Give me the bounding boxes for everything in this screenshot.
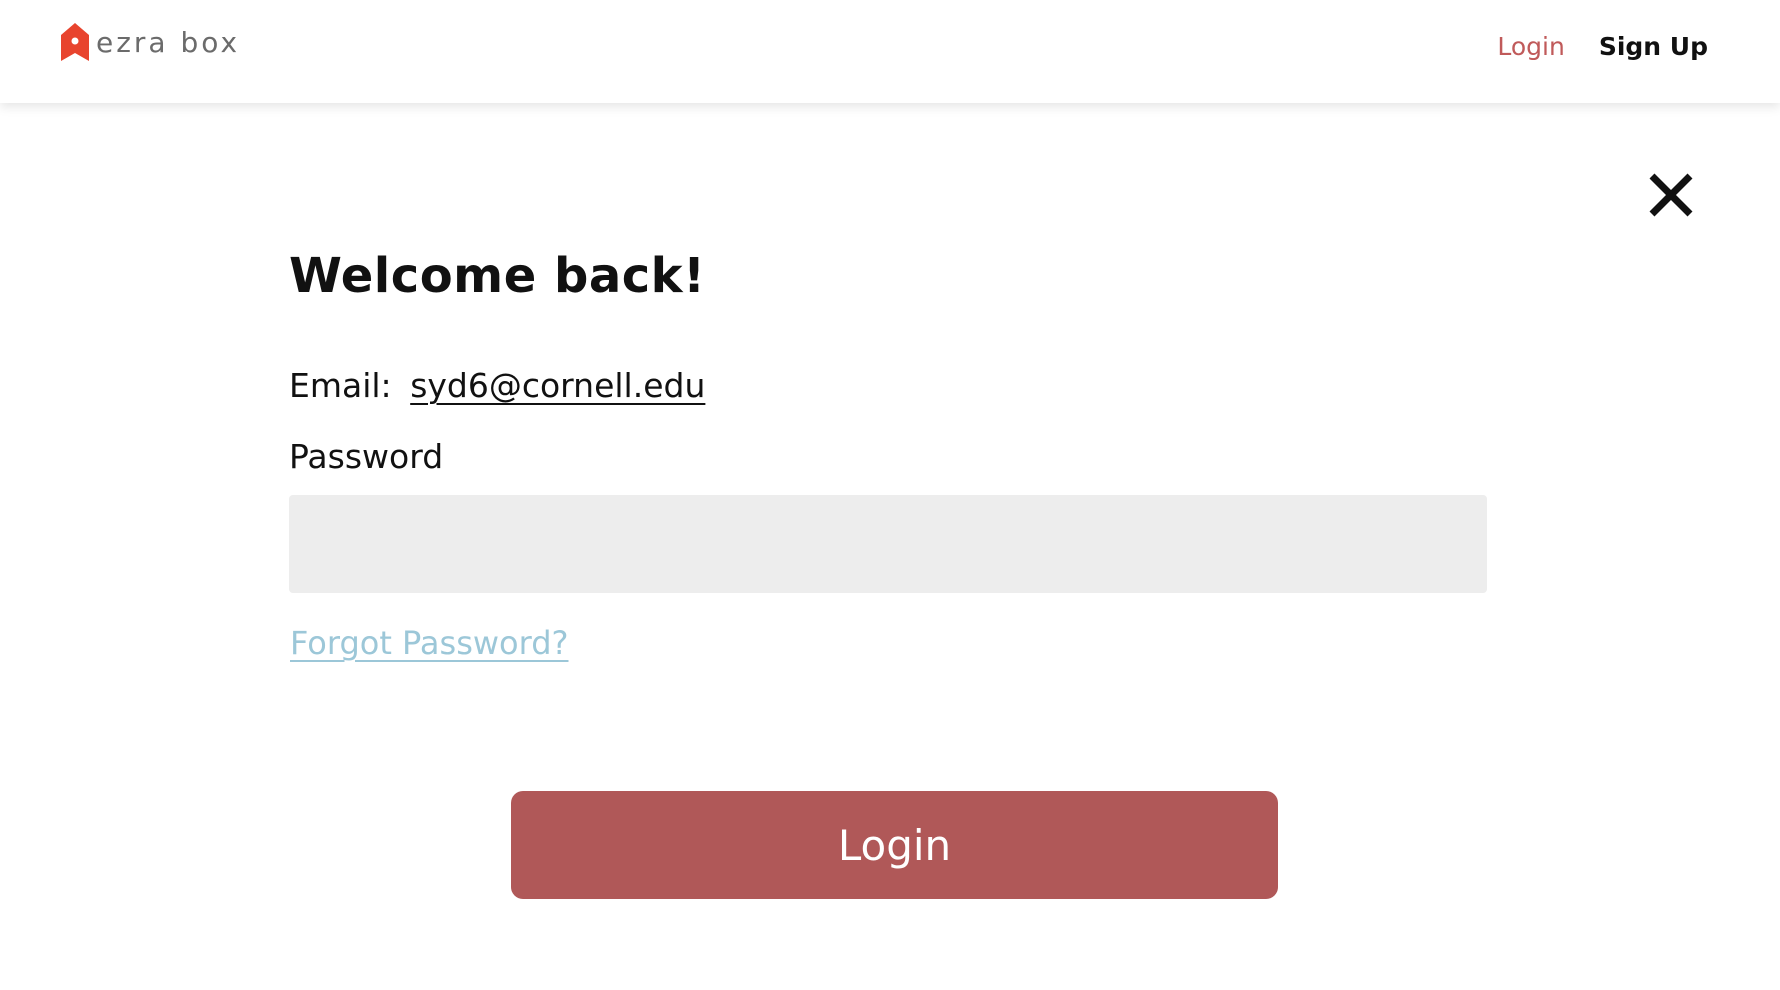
email-label: Email: — [289, 366, 392, 405]
house-pin-icon — [61, 23, 89, 61]
password-label: Password — [289, 437, 444, 476]
top-navigation-bar: ezra box Login Sign Up — [0, 0, 1780, 103]
email-row: Email: syd6@cornell.edu — [289, 366, 705, 405]
nav-login-link[interactable]: Login — [1497, 32, 1564, 61]
login-submit-button[interactable]: Login — [511, 791, 1278, 899]
brand-logo[interactable]: ezra box — [60, 20, 240, 64]
password-input[interactable] — [289, 495, 1487, 593]
forgot-password-link[interactable]: Forgot Password? — [290, 624, 569, 662]
close-icon[interactable] — [1646, 170, 1696, 220]
nav-signup-link[interactable]: Sign Up — [1599, 32, 1708, 61]
brand-name: ezra box — [96, 25, 241, 59]
page-title: Welcome back! — [289, 248, 706, 304]
email-value: syd6@cornell.edu — [410, 366, 706, 405]
header-nav: Login Sign Up — [1497, 32, 1708, 61]
